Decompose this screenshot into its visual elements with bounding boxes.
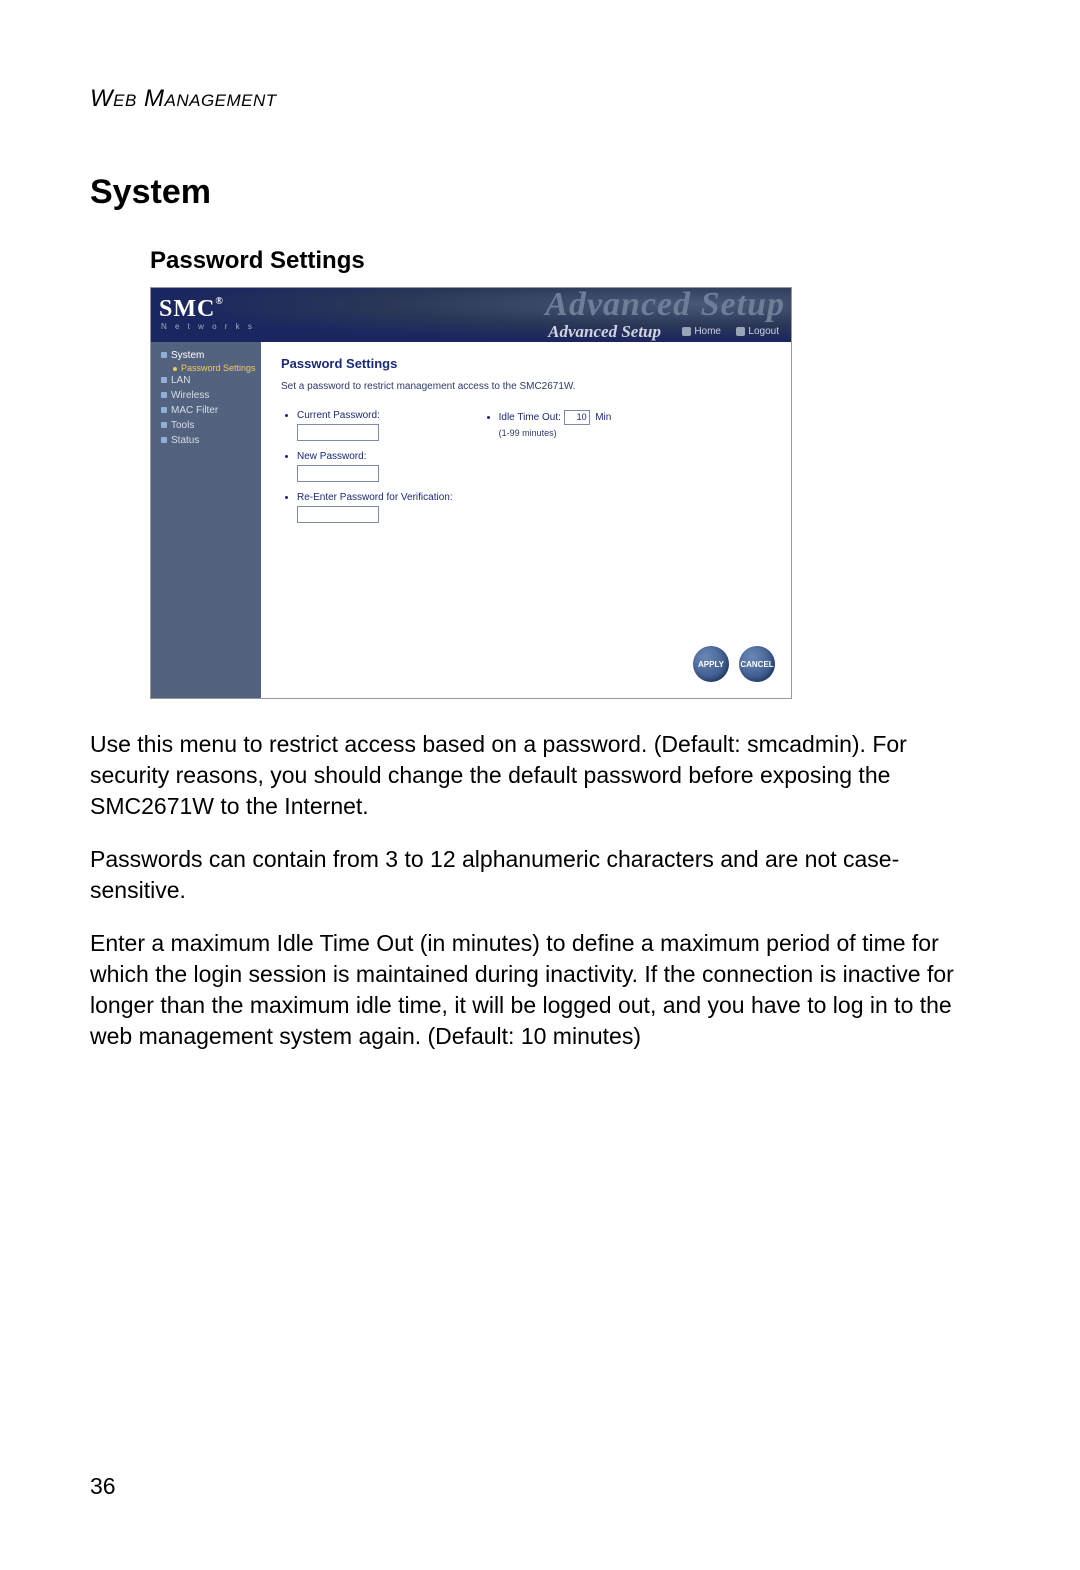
page-title: System (90, 173, 990, 212)
sidebar-item-wireless[interactable]: Wireless (151, 388, 261, 403)
sidebar-item-mac-filter[interactable]: MAC Filter (151, 403, 261, 418)
sidebar-item-status[interactable]: Status (151, 433, 261, 448)
body-paragraph: Enter a maximum Idle Time Out (in minute… (90, 928, 990, 1052)
bullet-icon (161, 407, 167, 413)
home-button[interactable]: Home (682, 326, 721, 337)
brand-subtext: N e t w o r k s (161, 322, 255, 331)
sidebar-item-tools[interactable]: Tools (151, 418, 261, 433)
sidebar-subitem-password-settings[interactable]: Password Settings (151, 363, 261, 373)
apply-button[interactable]: APPLY (693, 646, 729, 682)
brand-logo: SMC® (159, 296, 224, 323)
field-idle-timeout: Idle Time Out: 10 Min (1-99 minutes) (499, 410, 612, 438)
logout-button[interactable]: Logout (736, 326, 779, 337)
bullet-icon (161, 392, 167, 398)
idle-timeout-input[interactable]: 10 (564, 410, 590, 425)
panel-title: Password Settings (281, 356, 771, 371)
timeout-hint: (1-99 minutes) (499, 428, 612, 438)
sidebar-item-lan[interactable]: LAN (151, 373, 261, 388)
bullet-icon (161, 377, 167, 383)
content-panel: Password Settings Set a password to rest… (261, 342, 791, 698)
bullet-icon (161, 352, 167, 358)
section-title: Password Settings (150, 247, 990, 275)
cancel-button[interactable]: CANCEL (739, 646, 775, 682)
field-new-password: New Password: (297, 451, 453, 482)
running-header: Web Management (90, 85, 990, 113)
logout-icon (736, 327, 745, 336)
page-number: 36 (90, 1473, 116, 1500)
field-current-password: Current Password: (297, 410, 453, 441)
bullet-icon (161, 437, 167, 443)
sidebar: System Password Settings LAN Wireless MA… (151, 342, 261, 698)
sidebar-item-system[interactable]: System (151, 348, 261, 363)
current-password-input[interactable] (297, 424, 379, 441)
timeout-unit: Min (595, 412, 611, 423)
panel-description: Set a password to restrict management ac… (281, 381, 771, 392)
header-mode-label: Advanced Setup (548, 322, 661, 342)
dot-icon (173, 367, 177, 371)
confirm-password-input[interactable] (297, 506, 379, 523)
field-confirm-password: Re-Enter Password for Verification: (297, 492, 453, 523)
new-password-input[interactable] (297, 465, 379, 482)
header-watermark: Advanced Setup (545, 287, 785, 324)
body-paragraph: Passwords can contain from 3 to 12 alpha… (90, 844, 990, 906)
ui-screenshot: SMC® N e t w o r k s Advanced Setup Adva… (150, 287, 792, 699)
header-band: SMC® N e t w o r k s Advanced Setup Adva… (151, 288, 791, 342)
body-paragraph: Use this menu to restrict access based o… (90, 729, 990, 822)
home-icon (682, 327, 691, 336)
bullet-icon (161, 422, 167, 428)
